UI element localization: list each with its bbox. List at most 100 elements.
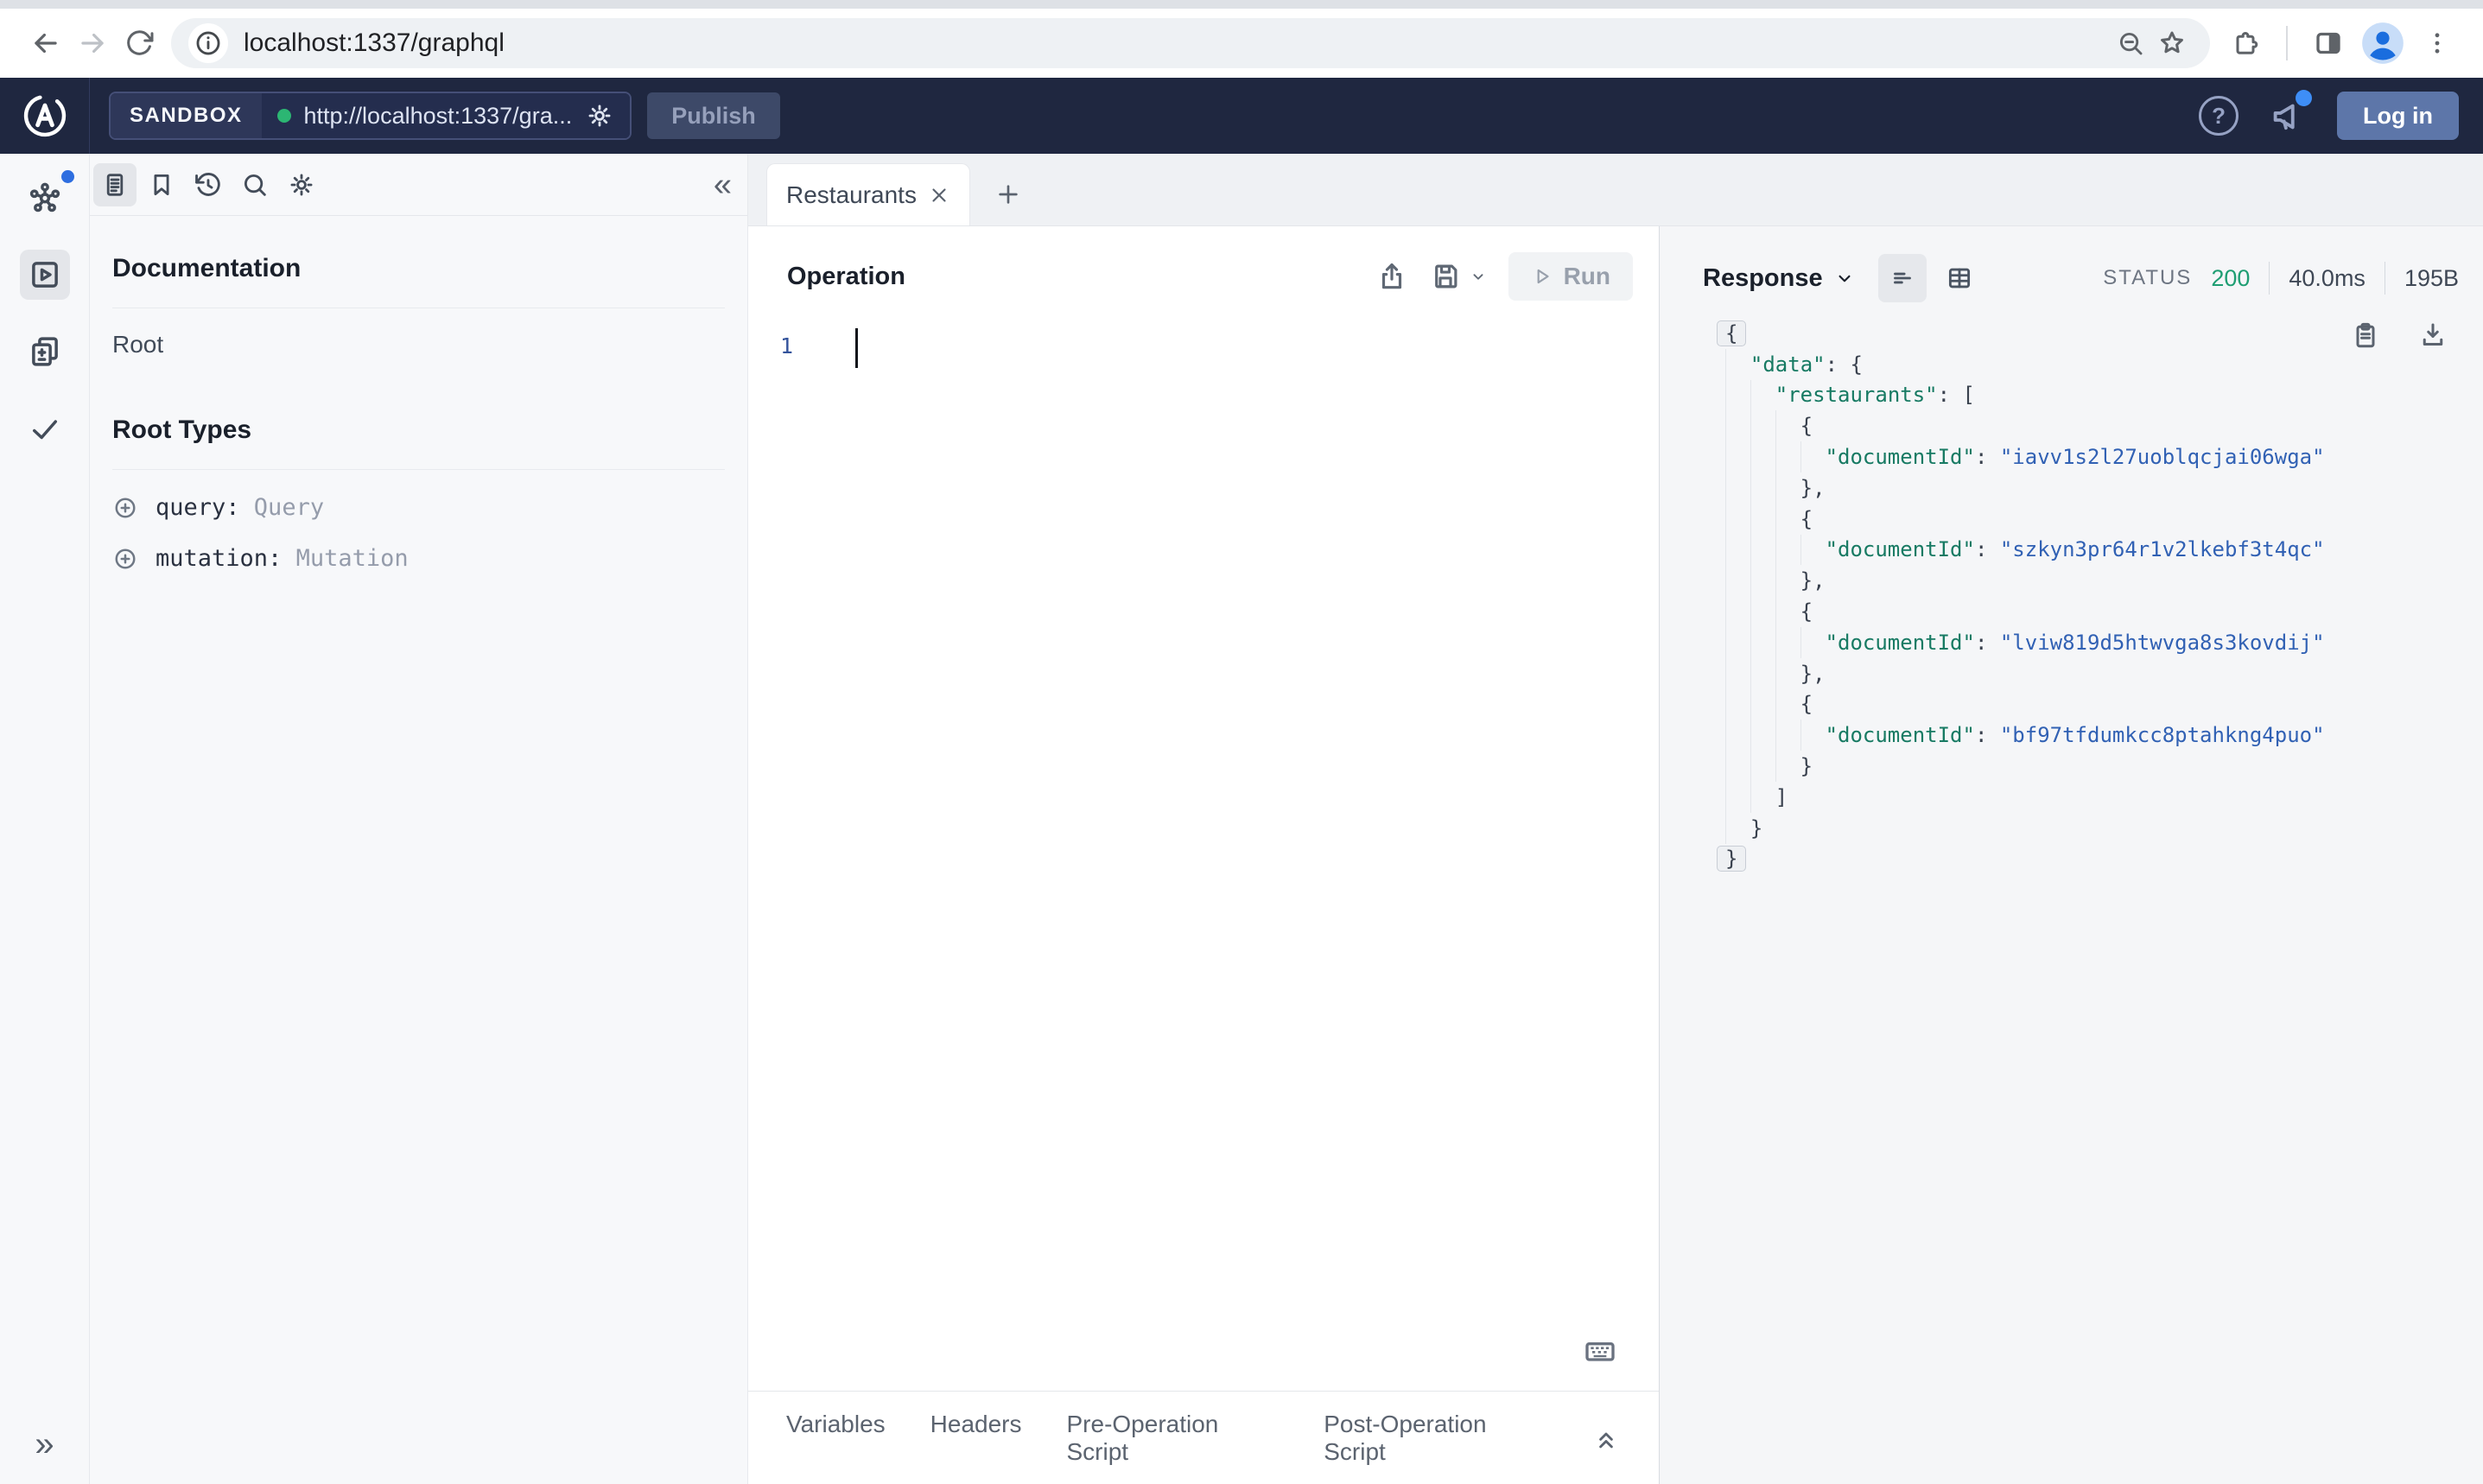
copy-response-icon[interactable] — [2350, 320, 2381, 351]
endpoint-status-dot — [276, 109, 291, 123]
operation-title: Operation — [787, 262, 905, 290]
tab-close-icon[interactable] — [928, 184, 950, 206]
json-line: { — [1725, 688, 2483, 720]
indent-guide — [1725, 534, 1750, 566]
endpoint-pill[interactable]: SANDBOX http://localhost:1337/gra... — [109, 92, 632, 140]
collapse-bottom-chevrons-icon[interactable] — [1591, 1424, 1621, 1453]
bottom-tab[interactable]: Variables — [786, 1411, 886, 1466]
rail-item-explorer[interactable] — [19, 250, 70, 300]
endpoint-input[interactable]: http://localhost:1337/gra... — [261, 93, 631, 138]
main-area: » « Documentation Root Root Types query:… — [0, 154, 2483, 1484]
rail-item-changesets[interactable] — [20, 327, 70, 377]
indent-guide — [1750, 626, 1775, 658]
run-button[interactable]: Run — [1508, 252, 1633, 301]
fold-toggle[interactable]: { — [1717, 320, 1747, 346]
back-button[interactable] — [22, 20, 69, 67]
apollo-header-right: ? Log in — [2199, 90, 2483, 140]
save-dropdown-chevron-icon[interactable] — [1469, 267, 1488, 286]
rail-item-checks[interactable] — [20, 403, 70, 453]
login-button[interactable]: Log in — [2337, 92, 2459, 140]
endpoint-settings-gear-icon[interactable] — [585, 101, 614, 130]
profile-avatar[interactable] — [2360, 21, 2405, 66]
toolbar-divider — [2286, 26, 2288, 60]
content-row: Operation Run 1 Variables Headers Pre-Op… — [748, 226, 2483, 1484]
url-text[interactable]: localhost:1337/graphql — [244, 29, 2110, 58]
doc-tab-bookmarks-icon[interactable] — [140, 163, 183, 206]
side-panel-icon[interactable] — [2305, 20, 2352, 67]
indent-guide — [1775, 410, 1800, 442]
indent-guide — [1750, 688, 1775, 720]
extensions-icon[interactable] — [2222, 20, 2269, 67]
bottom-tab[interactable]: Pre-Operation Script — [1067, 1411, 1280, 1466]
indent-guide — [1750, 410, 1775, 442]
bottom-tab[interactable]: Headers — [930, 1411, 1022, 1466]
response-title: Response — [1703, 263, 1823, 292]
indent-guide — [1750, 751, 1775, 782]
response-dropdown[interactable]: Response — [1703, 264, 1856, 293]
browser-menu-icon[interactable] — [2414, 20, 2461, 67]
indent-guide — [1725, 812, 1750, 844]
root-types-title: Root Types — [112, 415, 252, 444]
doc-tab-history-icon[interactable] — [187, 163, 230, 206]
indent-guide — [1775, 503, 1800, 535]
json-line: "documentId": "lviw819d5htwvga8s3kovdij" — [1725, 626, 2483, 658]
indent-guide — [1800, 720, 1826, 752]
json-line: } — [1725, 751, 2483, 782]
indent-guide — [1750, 503, 1775, 535]
expand-plus-circle-icon[interactable] — [112, 546, 138, 572]
endpoint-url[interactable]: http://localhost:1337/gra... — [304, 103, 573, 130]
workspace: Restaurants Operation Run 1 Variables He… — [748, 154, 2483, 1484]
apollo-logo[interactable] — [0, 78, 90, 154]
indent-guide — [1775, 565, 1800, 597]
indent-guide — [1725, 410, 1750, 442]
indent-guide — [1800, 441, 1826, 472]
publish-button[interactable]: Publish — [647, 92, 780, 139]
expand-plus-circle-icon[interactable] — [112, 495, 138, 521]
reload-button[interactable] — [116, 20, 162, 67]
expand-rail-chevrons-icon[interactable]: » — [35, 1427, 54, 1462]
apollo-header: SANDBOX http://localhost:1337/gra... Pub… — [0, 78, 2483, 154]
documentation-panel: « Documentation Root Root Types query: Q… — [90, 154, 748, 1484]
operation-editor[interactable]: 1 — [748, 313, 1659, 1391]
fold-toggle[interactable]: } — [1717, 846, 1747, 872]
table-view-toggle-icon[interactable] — [1935, 254, 1984, 302]
root-type-row[interactable]: query: Query — [112, 494, 725, 521]
new-tab-plus-icon[interactable] — [982, 168, 1034, 220]
save-icon[interactable] — [1429, 260, 1462, 293]
json-line: }, — [1725, 657, 2483, 689]
doc-root-breadcrumb[interactable]: Root — [112, 331, 725, 358]
json-line: ] — [1725, 781, 2483, 813]
doc-tab-settings-gear-icon[interactable] — [280, 163, 323, 206]
indent-guide — [1725, 379, 1750, 411]
save-group[interactable] — [1429, 260, 1488, 293]
json-line: { — [1725, 596, 2483, 627]
tab-restaurants[interactable]: Restaurants — [766, 163, 970, 225]
zoom-out-icon[interactable] — [2110, 22, 2151, 64]
tab-strip: Restaurants — [748, 154, 2483, 226]
address-bar[interactable]: localhost:1337/graphql — [171, 18, 2210, 68]
left-icon-rail: » — [0, 154, 90, 1484]
keyboard-shortcuts-icon[interactable] — [1583, 1334, 1617, 1368]
download-response-icon[interactable] — [2417, 320, 2448, 351]
site-info-icon[interactable] — [188, 23, 228, 63]
help-icon[interactable]: ? — [2199, 96, 2239, 136]
indent-guide — [1725, 503, 1750, 535]
indent-guide — [1750, 379, 1775, 411]
doc-tab-search-icon[interactable] — [233, 163, 276, 206]
announcements-megaphone-icon[interactable] — [2268, 90, 2313, 136]
json-view-toggle-icon[interactable] — [1877, 254, 1927, 302]
bottom-tab[interactable]: Post-Operation Script — [1324, 1411, 1546, 1466]
rail-item-schema[interactable] — [20, 170, 74, 223]
indent-guide — [1800, 626, 1826, 658]
response-panel: Response STATUS 200 40.0ms 195B {"data"… — [1659, 226, 2483, 1484]
bookmark-star-icon[interactable] — [2151, 22, 2193, 64]
indent-guide — [1725, 657, 1750, 689]
root-type-row[interactable]: mutation: Mutation — [112, 545, 725, 572]
json-line: "documentId": "szkyn3pr64r1v2lkebf3t4qc" — [1725, 534, 2483, 566]
doc-tab-documentation-icon[interactable] — [93, 162, 137, 206]
collapse-panel-chevrons-icon[interactable]: « — [714, 168, 732, 201]
forward-button[interactable] — [69, 20, 116, 67]
share-icon[interactable] — [1375, 260, 1408, 293]
indent-guide — [1750, 472, 1775, 504]
doc-toolbar: « — [90, 154, 747, 216]
